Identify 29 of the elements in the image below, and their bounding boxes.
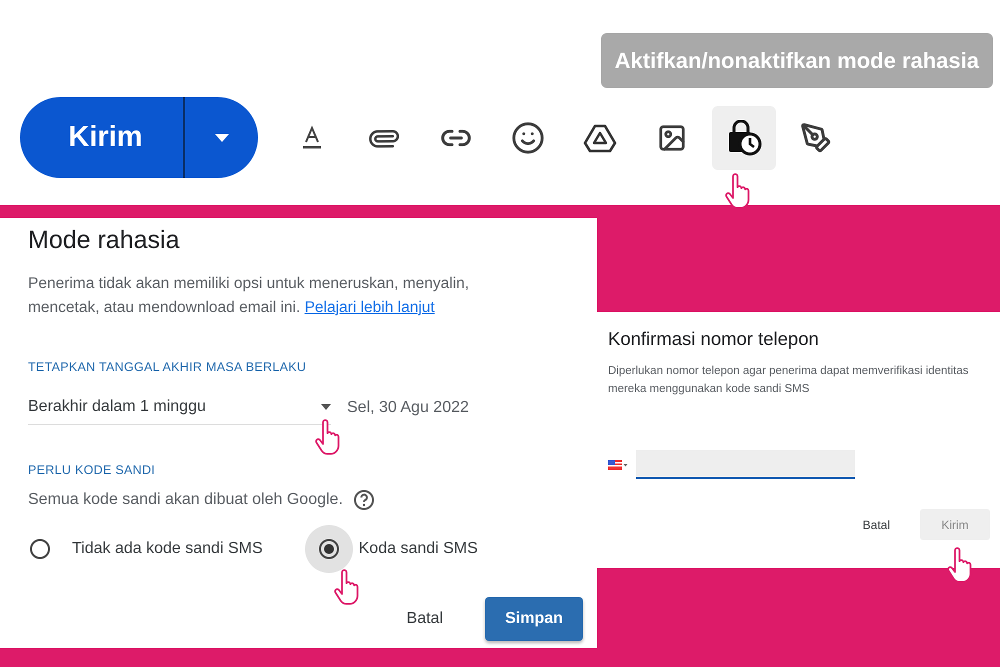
cancel-button[interactable]: Batal — [402, 602, 447, 636]
passcode-note: Semua kode sandi akan dibuat oleh Google. — [28, 491, 343, 509]
cancel-button[interactable]: Batal — [856, 516, 896, 532]
save-button[interactable]: Simpan — [485, 597, 583, 641]
help-icon — [352, 489, 375, 511]
dialog-title: Mode rahasia — [28, 226, 180, 255]
tooltip: Aktifkan/nonaktifkan mode rahasia — [600, 33, 993, 88]
drive-icon — [583, 122, 617, 152]
caret-icon — [214, 134, 228, 142]
learn-more-link[interactable]: Pelajari lebih lanjut — [304, 299, 435, 316]
lock-clock-icon — [726, 120, 762, 156]
text-format-icon — [301, 124, 323, 150]
image-icon — [657, 122, 687, 152]
dialog-description: Penerima tidak akan memiliki opsi untuk meneruskan, menyalin, mencetak, atau mendownload email ini. Pelajari lebih lanjut — [28, 274, 470, 318]
expiry-date: Sel, 30 Agu 2022 — [347, 398, 469, 416]
phone-input-field[interactable] — [636, 450, 855, 479]
smiley-icon — [511, 120, 545, 154]
section-heading: TETAPKAN TANGGAL AKHIR MASA BERLAKU — [28, 360, 308, 374]
pen-icon — [800, 122, 832, 154]
caret-icon — [321, 404, 331, 410]
dialog-title: Konfirmasi nomor telepon — [608, 328, 820, 350]
section-heading: PERLU KODE SANDI — [28, 463, 156, 477]
dialog-description: Diperlukan nomor telepon agar penerima dapat memverifikasi identitas mereka menggunakan kode sandi SMS — [608, 364, 970, 397]
radio-button[interactable] — [318, 538, 340, 560]
flag-icon[interactable] — [608, 460, 628, 470]
toolbar-button[interactable] — [712, 106, 776, 170]
radio-button[interactable] — [29, 538, 51, 560]
radio-label: Koda sandi SMS — [358, 540, 478, 558]
radio-label: Tidak ada kode sandi SMS — [72, 540, 263, 558]
